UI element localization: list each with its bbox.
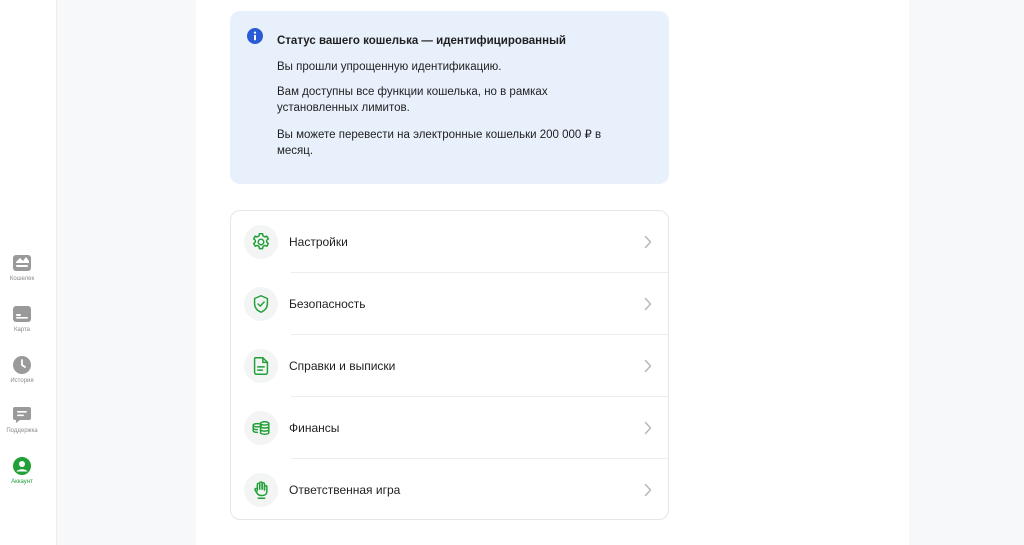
document-icon	[253, 357, 269, 375]
wallet-status-box: Статус вашего кошелька — идентифицирован…	[230, 11, 669, 184]
card-icon	[13, 306, 31, 322]
menu-item-label: Безопасность	[289, 297, 366, 311]
wallet-status-title: Статус вашего кошелька — идентифицирован…	[277, 35, 566, 47]
sidebar-item-label: Кошелек	[9, 276, 35, 282]
account-menu: Настройки Безопасность Справки и выписки…	[230, 210, 669, 520]
wallet-status-line: Вы прошли упрощенную идентификацию.	[277, 61, 502, 73]
wallet-status-line: Вы можете перевести на электронные кошел…	[277, 129, 602, 157]
main-content: Статус вашего кошелька — идентифицирован…	[196, 0, 909, 545]
sidebar-item-support[interactable]: Поддержка	[0, 405, 44, 434]
coins-icon	[252, 421, 270, 435]
chat-icon	[13, 407, 31, 423]
sidebar-item-wallet[interactable]: Кошелек	[0, 253, 44, 282]
menu-item-statements[interactable]: Справки и выписки	[231, 335, 668, 397]
menu-item-label: Ответственная игра	[289, 483, 401, 497]
sidebar-item-card[interactable]: Карта	[0, 304, 44, 333]
hand-icon	[254, 481, 268, 499]
chevron-right-icon	[644, 483, 652, 497]
menu-item-responsible-gaming[interactable]: Ответственная игра	[231, 459, 668, 521]
menu-item-finance[interactable]: Финансы	[231, 397, 668, 459]
menu-item-settings[interactable]: Настройки	[231, 211, 668, 273]
sidebar: Кошелек Карта История Поддержка Аккаунт	[0, 0, 57, 545]
chevron-right-icon	[644, 421, 652, 435]
clock-icon	[13, 356, 31, 374]
wallet-icon	[13, 255, 31, 271]
menu-item-label: Настройки	[289, 235, 348, 249]
sidebar-item-label: История	[10, 378, 34, 384]
chevron-right-icon	[644, 297, 652, 311]
menu-item-security[interactable]: Безопасность	[231, 273, 668, 335]
sidebar-item-label: Поддержка	[6, 428, 38, 434]
menu-item-label: Финансы	[289, 421, 340, 435]
shield-check-icon	[253, 295, 269, 313]
info-icon	[247, 28, 263, 44]
gear-icon	[252, 233, 270, 250]
chevron-right-icon	[644, 359, 652, 373]
wallet-status-line: Вам доступны все функции кошелька, но в …	[277, 86, 548, 114]
menu-item-label: Справки и выписки	[289, 359, 396, 373]
chevron-right-icon	[644, 235, 652, 249]
user-icon	[13, 457, 31, 475]
sidebar-item-label: Аккаунт	[11, 479, 33, 485]
sidebar-item-label: Карта	[13, 327, 31, 333]
sidebar-item-history[interactable]: История	[0, 355, 44, 384]
sidebar-item-account[interactable]: Аккаунт	[0, 456, 44, 485]
